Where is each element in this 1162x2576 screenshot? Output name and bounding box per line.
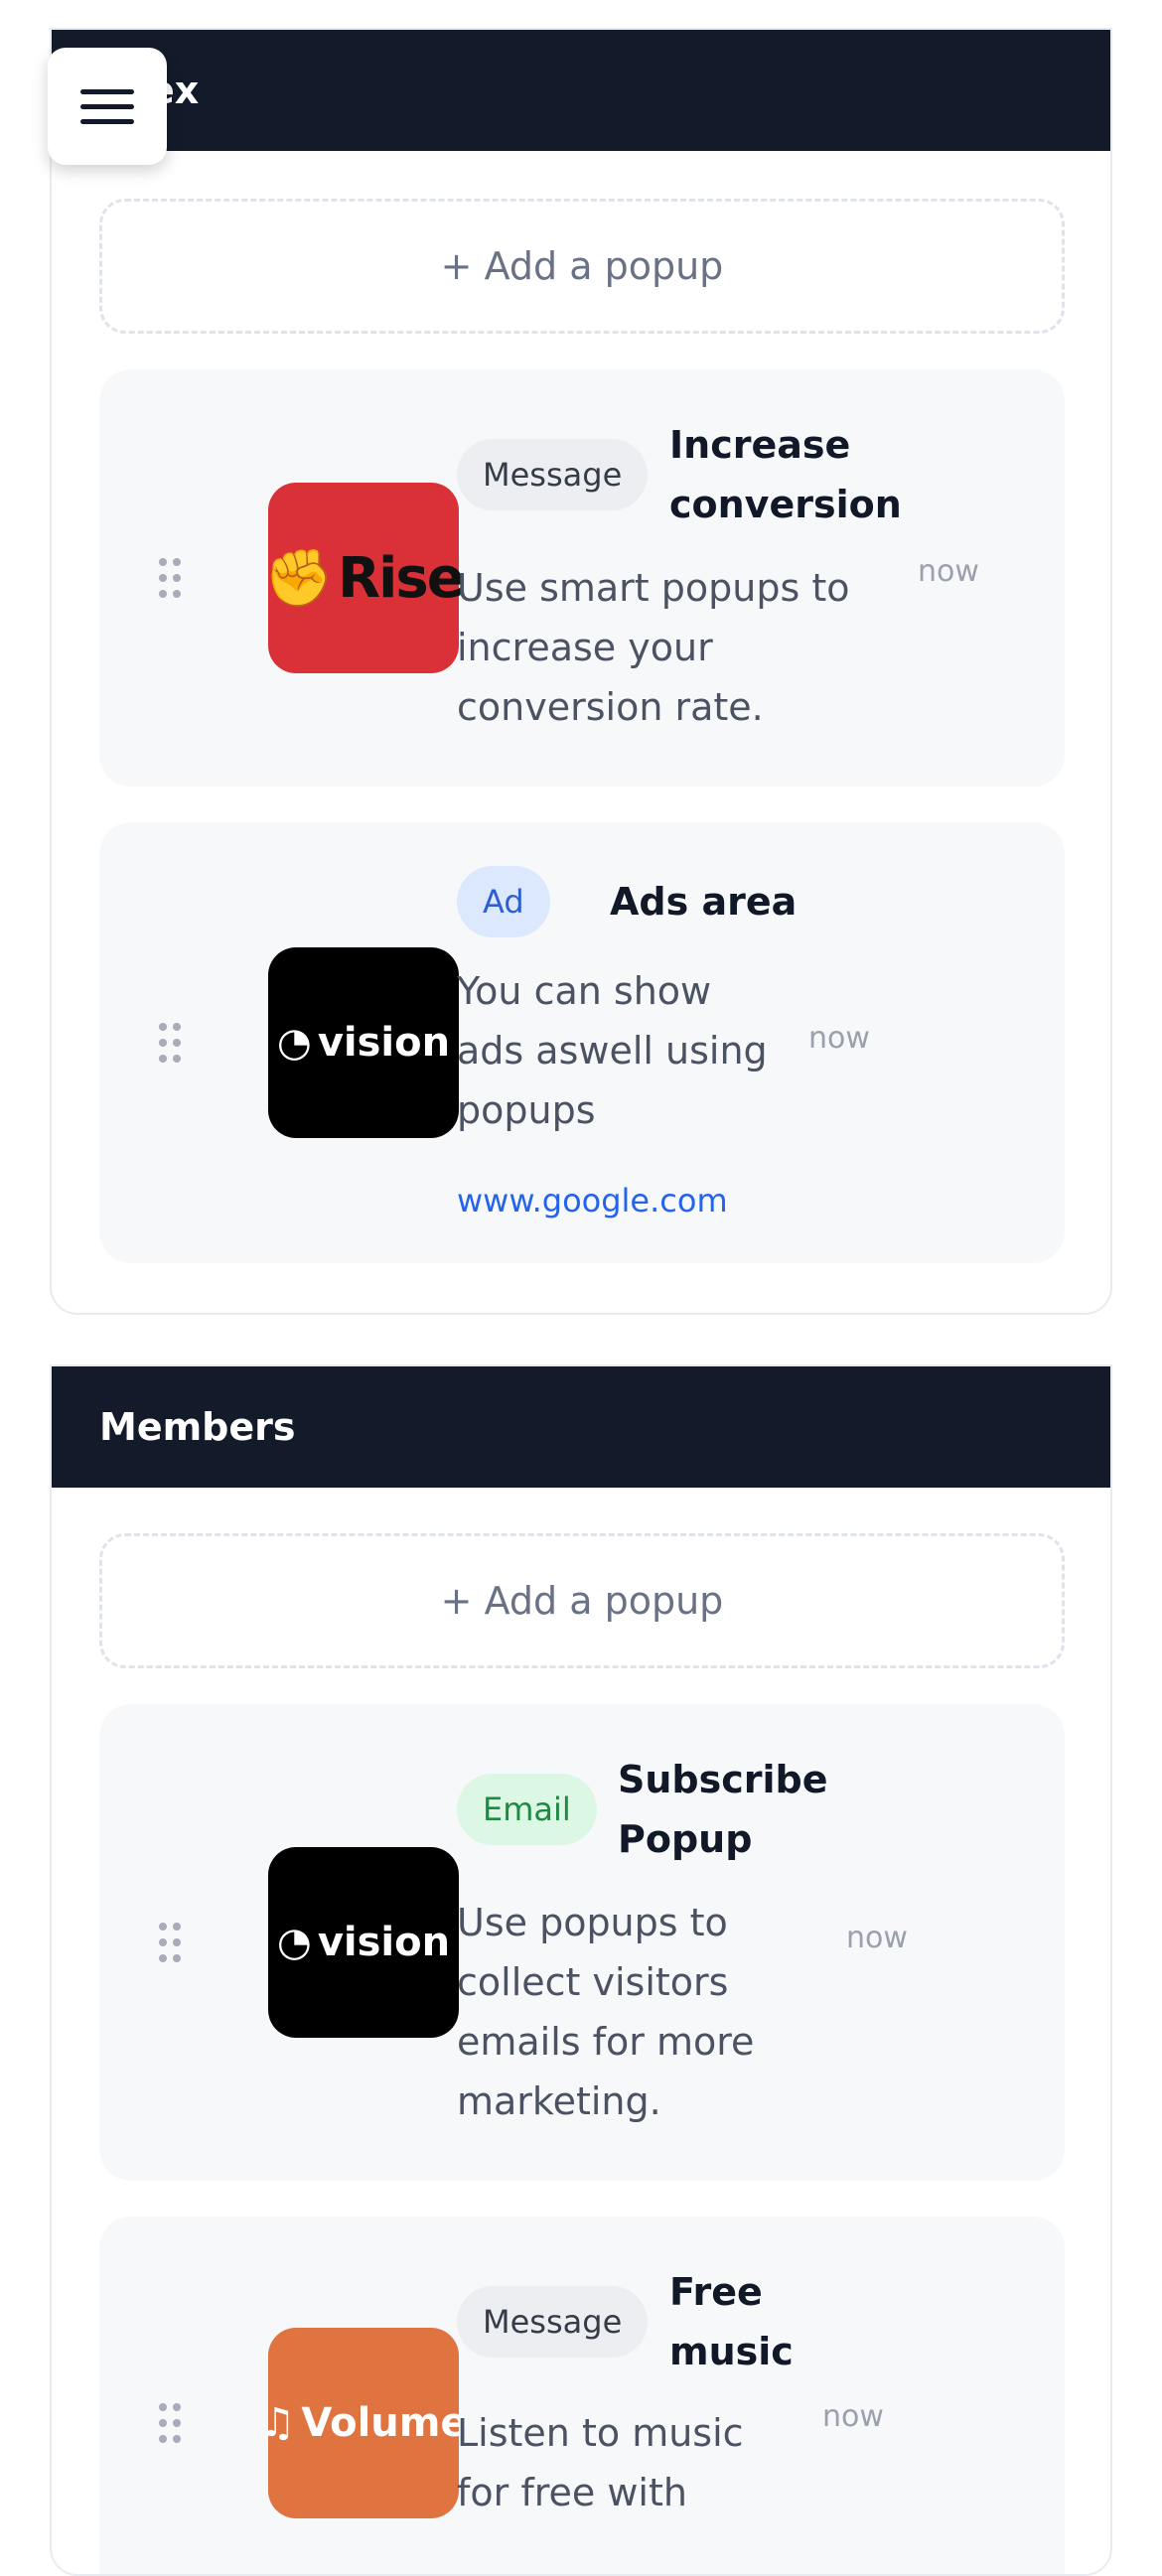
popup-description: Use smart popups to increase your conver… — [457, 566, 850, 729]
eye-icon: ◔ — [276, 1020, 312, 1066]
type-badge: Ad — [457, 866, 550, 937]
logo-text: vision — [317, 1020, 451, 1066]
section-header: ex — [52, 30, 1110, 151]
type-badge: Email — [457, 1774, 597, 1845]
add-popup-button[interactable]: + Add a popup — [99, 199, 1065, 334]
badge-label: Email — [483, 1790, 571, 1828]
logo-text: Volume — [301, 2400, 468, 2446]
popup-card[interactable]: ♫ Volume Message Free music Listen to mu… — [99, 2217, 1065, 2574]
popup-logo: ◔ vision — [268, 947, 459, 1138]
popup-logo: ♫ Volume — [259, 2328, 468, 2518]
eye-icon: ◔ — [276, 1920, 312, 1965]
badge-label: Ad — [483, 883, 524, 921]
hamburger-menu-icon[interactable] — [48, 48, 167, 165]
popup-title: Subscribe Popup — [618, 1758, 828, 1861]
drag-handle-icon[interactable] — [159, 558, 181, 598]
add-popup-label: + Add a popup — [440, 1579, 724, 1623]
popup-title: Free music — [669, 2270, 794, 2373]
drag-handle-icon[interactable] — [159, 1923, 181, 1962]
fist-icon: ✊ — [264, 546, 334, 611]
popup-section: ex + Add a popup ✊ Rise Message Increase… — [50, 28, 1112, 1315]
logo-text: vision — [317, 1920, 451, 1965]
popup-logo: ✊ Rise — [264, 483, 465, 673]
logo-text: Rise — [338, 545, 465, 611]
add-popup-label: + Add a popup — [440, 244, 724, 288]
timestamp: now — [846, 1921, 908, 1955]
music-note-icon: ♫ — [259, 2400, 296, 2446]
section-header: Members — [52, 1366, 1110, 1488]
popup-description: Use popups to collect visitors emails fo… — [457, 1901, 755, 2123]
popup-title: Increase conversion — [669, 423, 902, 526]
badge-label: Message — [483, 2303, 623, 2341]
popup-card[interactable]: ◔ vision Ad Ads area You can show ads as… — [99, 822, 1065, 1263]
add-popup-button[interactable]: + Add a popup — [99, 1533, 1065, 1668]
section-title: Members — [99, 1405, 296, 1449]
timestamp: now — [808, 1021, 870, 1056]
popup-section: Members + Add a popup ◔ vision Email Sub… — [50, 1364, 1112, 2576]
timestamp: now — [822, 2399, 884, 2434]
popup-logo: ◔ vision — [268, 1847, 459, 2038]
popup-card[interactable]: ✊ Rise Message Increase conversion Use s… — [99, 369, 1065, 787]
drag-handle-icon[interactable] — [159, 2403, 181, 2443]
drag-handle-icon[interactable] — [159, 1023, 181, 1063]
popup-link[interactable]: www.google.com — [457, 1182, 728, 1219]
popup-card[interactable]: ◔ vision Email Subscribe Popup Use popup… — [99, 1704, 1065, 2181]
type-badge: Message — [457, 2286, 649, 2358]
timestamp: now — [918, 554, 979, 589]
badge-label: Message — [483, 456, 623, 494]
type-badge: Message — [457, 439, 649, 510]
popup-title: Ads area — [610, 880, 798, 924]
popup-description: Listen to music for free with — [457, 2411, 744, 2514]
popup-description: You can show ads aswell using popups — [457, 969, 768, 1132]
